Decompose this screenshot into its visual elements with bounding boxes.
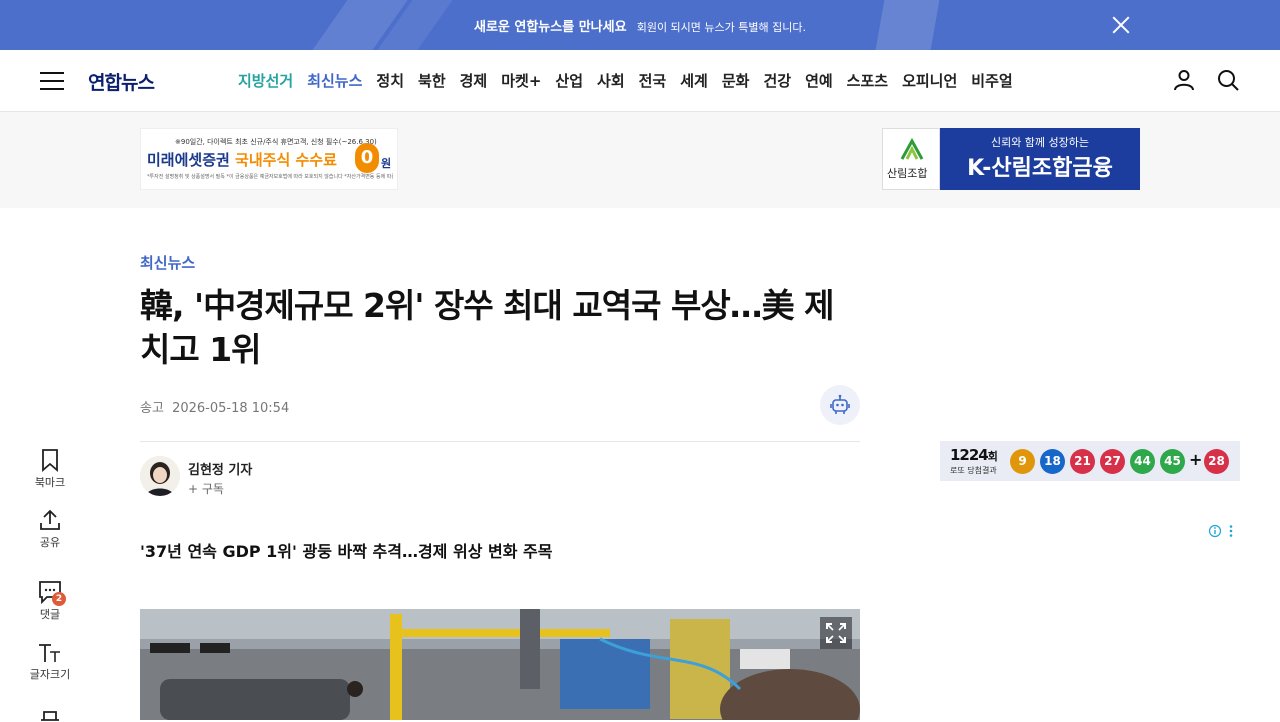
ad-won: 원 <box>381 157 392 170</box>
comments-label: 댓글 <box>39 608 61 621</box>
nav-item-latest[interactable]: 최신뉴스 <box>307 70 362 91</box>
publish-date-value: 2026-05-18 10:54 <box>172 401 290 416</box>
expand-icon[interactable] <box>820 617 852 649</box>
search-icon[interactable] <box>1216 68 1240 92</box>
ad-headline: 미래에셋증권 국내주식 수수료 <box>147 149 337 170</box>
ad-info-icon[interactable] <box>1208 523 1239 538</box>
site-logo[interactable]: 연합뉴스 <box>88 68 155 95</box>
article-subtitle: '37년 연속 GDP 1위' 광둥 바짝 추격…경제 위상 변화 주목 <box>140 542 553 561</box>
promo-sub: 회원이 되시면 뉴스가 특별해 집니다. <box>636 21 806 34</box>
avatar-image <box>140 456 180 496</box>
nav-item-health[interactable]: 건강 <box>763 70 791 91</box>
promo-headline: 새로운 연합뉴스를 만나세요 <box>473 20 627 35</box>
main-nav: 지방선거 최신뉴스 정치 북한 경제 마켓+ 산업 사회 전국 세계 문화 건강… <box>238 70 1027 91</box>
ad-banner-sanlim[interactable]: 산림조합 신뢰와 함께 성장하는 K-산림조합금융 <box>882 128 1140 190</box>
lotto-ball: 45 <box>1160 449 1185 474</box>
lotto-plus: + <box>1189 450 1203 469</box>
share-label: 공유 <box>39 536 61 549</box>
ad-disclaimer: *투자전 설명청취 및 상품설명서 필독 *이 금융상품은 예금자보호법에 따라… <box>147 174 393 180</box>
article-category[interactable]: 최신뉴스 <box>140 252 195 273</box>
reporter-name[interactable]: 김현정 기자 <box>188 459 252 478</box>
article-title: 韓, '中경제규모 2위' 장쑤 최대 교역국 부상…美 제치고 1위 <box>140 286 835 369</box>
nav-item-market[interactable]: 마켓+ <box>501 70 541 91</box>
print-button[interactable] <box>20 710 80 722</box>
reporter-avatar[interactable] <box>140 456 180 496</box>
ad-headline: K-산림조합금융 <box>967 156 1113 181</box>
factory-photo <box>140 609 860 720</box>
ad-fine-print: ※90일간, 다이렉트 최초 신규/주식 휴면고객, 신청 필수(~26.6.3… <box>175 138 377 146</box>
nav-item-entertainment[interactable]: 연예 <box>805 70 833 91</box>
nav-item-economy[interactable]: 경제 <box>460 70 488 91</box>
font-size-label: 글자크기 <box>29 668 71 681</box>
lotto-round: 1224회 <box>950 446 998 464</box>
ad-badge: 산림조합 <box>882 128 940 190</box>
nav-item-opinion[interactable]: 오피니언 <box>902 70 957 91</box>
ad-tagline: 신뢰와 함께 성장하는 <box>990 136 1090 149</box>
share-button[interactable]: 공유 <box>20 508 80 550</box>
bookmark-button[interactable]: 북마크 <box>20 448 80 490</box>
nav-item-local-election[interactable]: 지방선거 <box>238 70 293 91</box>
bookmark-label: 북마크 <box>34 476 66 489</box>
robot-icon <box>830 394 850 414</box>
nav-item-nationwide[interactable]: 전국 <box>639 70 667 91</box>
ad-strip: ※90일간, 다이렉트 최초 신규/주식 휴면고객, 신청 필수(~26.6.3… <box>0 112 1280 208</box>
lotto-label: 로또 당첨결과 <box>950 466 997 475</box>
lotto-ball: 27 <box>1100 449 1125 474</box>
print-icon <box>41 711 59 721</box>
lotto-ball: 18 <box>1040 449 1065 474</box>
comments-button[interactable]: 2 댓글 <box>20 580 80 622</box>
lotto-ball: 21 <box>1070 449 1095 474</box>
nav-item-north-korea[interactable]: 북한 <box>418 70 446 91</box>
font-size-button[interactable]: 글자크기 <box>20 642 80 682</box>
ad-brand: 미래에셋증권 <box>147 151 230 169</box>
site-header: 연합뉴스 지방선거 최신뉴스 정치 북한 경제 마켓+ 산업 사회 전국 세계 … <box>0 50 1280 112</box>
ai-summary-button[interactable] <box>820 385 860 425</box>
promo-banner[interactable]: 새로운 연합뉴스를 만나세요 회원이 되시면 뉴스가 특별해 집니다. <box>0 0 1280 50</box>
comment-count-badge: 2 <box>52 592 66 606</box>
article-divider <box>140 441 860 442</box>
nav-item-world[interactable]: 세계 <box>680 70 708 91</box>
nav-item-politics[interactable]: 정치 <box>376 70 404 91</box>
leaf-icon <box>900 137 924 160</box>
publish-date-label: 송고 <box>140 401 164 416</box>
nav-item-visual[interactable]: 비주얼 <box>971 70 1012 91</box>
ad-banner-mirae[interactable]: ※90일간, 다이렉트 최초 신규/주식 휴면고객, 신청 필수(~26.6.3… <box>140 128 398 190</box>
subscribe-button[interactable]: + 구독 <box>188 480 224 497</box>
nav-item-culture[interactable]: 문화 <box>722 70 750 91</box>
ad-zero: 0 <box>355 143 379 173</box>
lotto-results-widget[interactable]: 1224회 로또 당첨결과 9 18 21 27 44 45 + 28 <box>940 441 1240 481</box>
share-icon <box>40 509 60 530</box>
user-icon[interactable] <box>1172 68 1196 92</box>
lotto-ball: 44 <box>1130 449 1155 474</box>
ad-badge-label: 산림조합 <box>887 167 928 180</box>
promo-text[interactable]: 새로운 연합뉴스를 만나세요 회원이 되시면 뉴스가 특별해 집니다. <box>0 16 1280 35</box>
lotto-ball: 9 <box>1010 449 1035 474</box>
nav-item-industry[interactable]: 산업 <box>555 70 583 91</box>
ad-main: 신뢰와 함께 성장하는 K-산림조합금융 <box>940 128 1140 190</box>
menu-icon[interactable] <box>40 71 64 91</box>
nav-item-society[interactable]: 사회 <box>597 70 625 91</box>
article-photo[interactable] <box>140 609 860 720</box>
ad-offer: 국내주식 수수료 <box>235 151 337 169</box>
font-size-icon <box>39 644 60 662</box>
close-icon[interactable] <box>1110 14 1132 36</box>
nav-item-sports[interactable]: 스포츠 <box>847 70 888 91</box>
lotto-bonus-ball: 28 <box>1204 449 1229 474</box>
publish-date: 송고 2026-05-18 10:54 <box>140 397 289 416</box>
bookmark-icon <box>42 449 58 472</box>
